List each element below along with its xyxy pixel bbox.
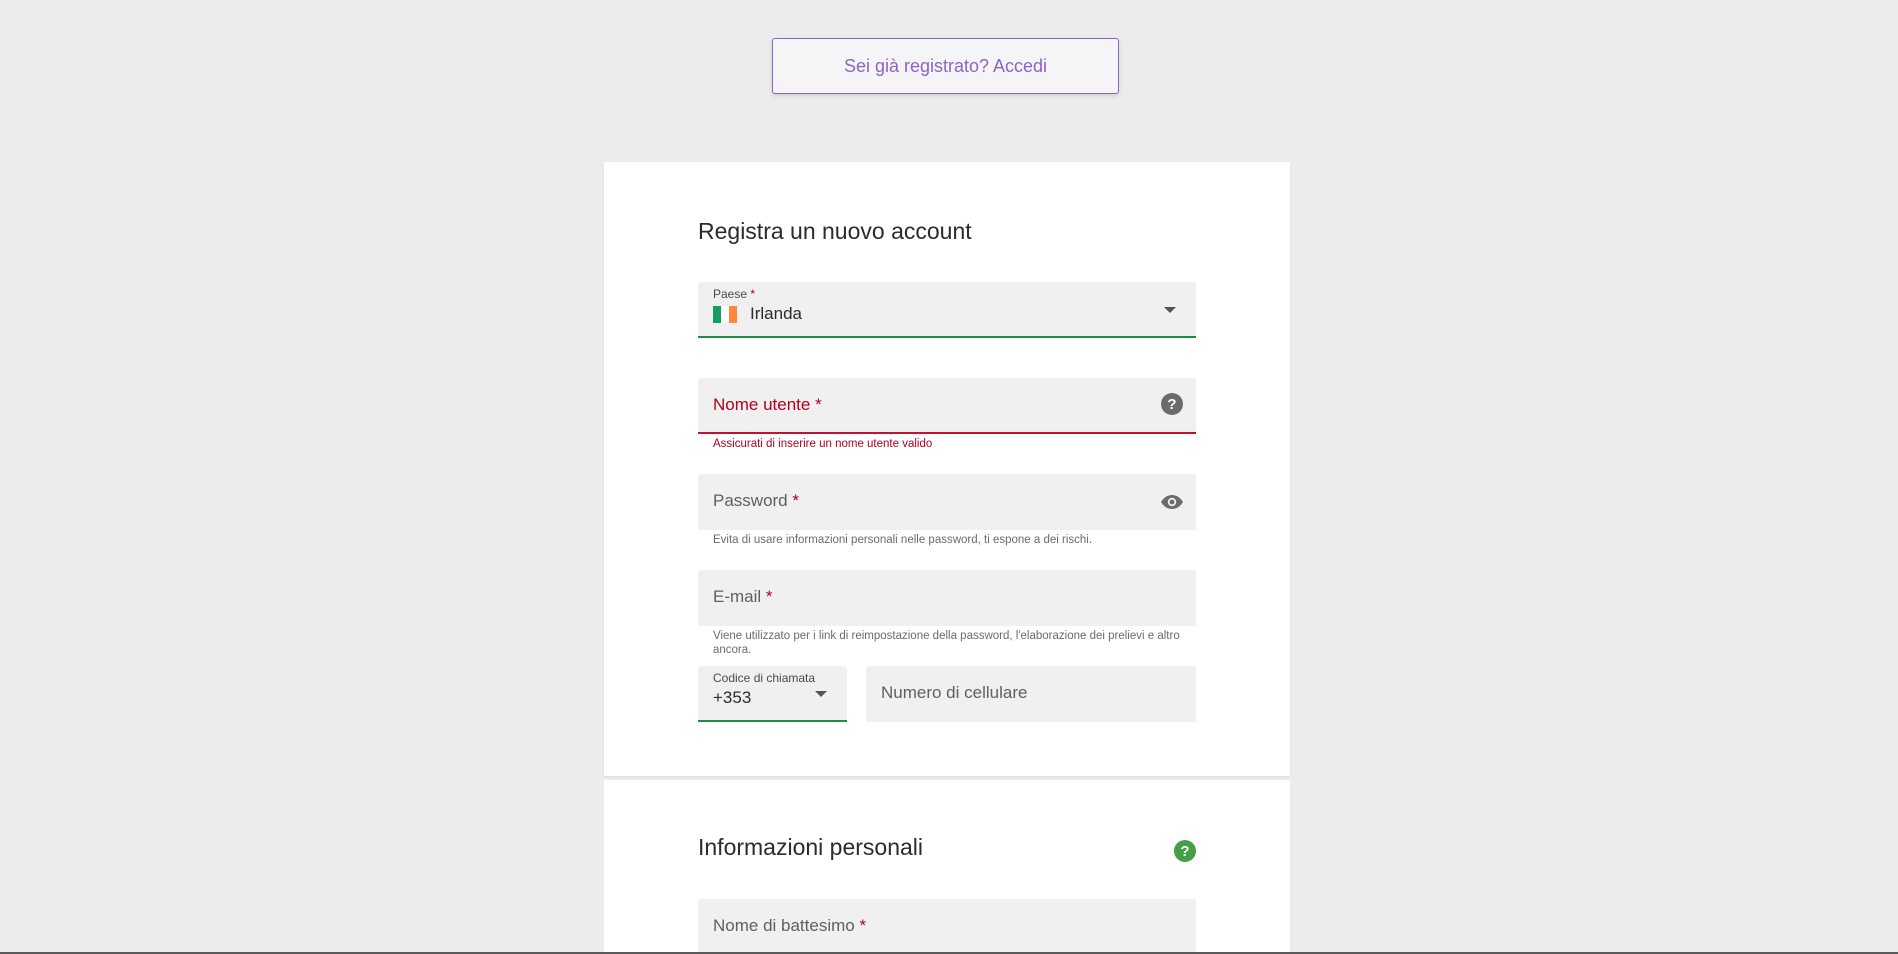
password-helper: Evita di usare informazioni personali ne… bbox=[713, 534, 1093, 546]
country-select[interactable]: Paese * Irlanda bbox=[698, 282, 1196, 338]
username-field[interactable]: Nome utente * ? bbox=[698, 378, 1196, 434]
ireland-flag-icon bbox=[713, 306, 737, 323]
first-name-field[interactable]: Nome di battesimo * bbox=[698, 899, 1196, 954]
eye-icon[interactable] bbox=[1160, 493, 1184, 511]
chevron-down-icon bbox=[1164, 307, 1176, 313]
page: Sei già registrato? Accedi Registra un n… bbox=[0, 0, 1898, 954]
personal-info-title: Informazioni personali bbox=[698, 834, 924, 860]
personal-info-card: Informazioni personali ? Nome di battesi… bbox=[604, 780, 1290, 954]
calling-code-value: +353 bbox=[713, 688, 752, 707]
login-button-label: Sei già registrato? Accedi bbox=[843, 55, 1048, 76]
mobile-number-field[interactable]: Numero di cellulare bbox=[866, 666, 1196, 722]
password-field[interactable]: Password * bbox=[698, 474, 1196, 530]
email-label: E-mail * bbox=[713, 587, 773, 606]
mobile-number-placeholder: Numero di cellulare bbox=[881, 683, 1028, 702]
first-name-label: Nome di battesimo * bbox=[713, 916, 867, 935]
country-label: Paese * bbox=[713, 287, 756, 301]
registration-title: Registra un nuovo account bbox=[698, 218, 972, 244]
email-field[interactable]: E-mail * bbox=[698, 570, 1196, 626]
registration-card: Registra un nuovo account Paese * Irland… bbox=[604, 162, 1290, 776]
help-icon[interactable]: ? bbox=[1174, 840, 1196, 862]
username-label: Nome utente * bbox=[713, 395, 822, 414]
username-error: Assicurati di inserire un nome utente va… bbox=[713, 438, 933, 450]
email-helper: Viene utilizzato per i link di reimposta… bbox=[713, 630, 1180, 656]
chevron-down-icon bbox=[815, 691, 827, 697]
calling-code-select[interactable]: Codice di chiamata +353 bbox=[698, 666, 847, 722]
login-button[interactable]: Sei già registrato? Accedi bbox=[772, 38, 1119, 94]
password-label: Password * bbox=[713, 491, 799, 510]
country-value: Irlanda bbox=[750, 304, 802, 323]
help-icon[interactable]: ? bbox=[1161, 393, 1183, 415]
calling-code-label: Codice di chiamata bbox=[713, 671, 816, 685]
